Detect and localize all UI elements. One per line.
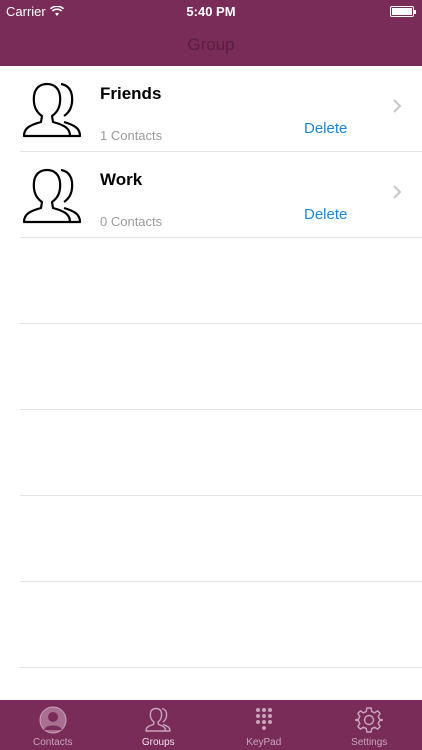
delete-group-button[interactable]: Delete	[304, 120, 347, 137]
tab-keypad[interactable]: KeyPad	[211, 700, 317, 750]
group-row-friends[interactable]: Friends 1 Contacts Delete	[20, 66, 422, 152]
group-avatar-icon	[22, 168, 82, 224]
empty-list-row	[20, 324, 422, 410]
tab-contacts[interactable]: Contacts	[0, 700, 106, 750]
status-bar: Carrier 5:40 PM	[0, 0, 422, 24]
group-name: Friends	[100, 84, 162, 103]
empty-list-row	[20, 410, 422, 496]
tab-label: Settings	[351, 737, 388, 748]
gear-icon	[355, 707, 384, 733]
status-time: 5:40 PM	[186, 4, 236, 19]
group-contact-count: 1 Contacts	[100, 128, 163, 143]
tab-settings[interactable]: Settings	[317, 700, 422, 750]
group-name: Work	[100, 170, 143, 189]
chevron-right-icon	[393, 99, 402, 113]
empty-list-row	[20, 238, 422, 324]
tab-label: Groups	[141, 737, 175, 748]
group-avatar-icon	[22, 82, 82, 138]
page-title: Group	[187, 35, 235, 54]
empty-list-row	[20, 496, 422, 582]
empty-list-row	[20, 582, 422, 668]
delete-group-button[interactable]: Delete	[304, 206, 347, 223]
keypad-icon	[255, 708, 272, 730]
tab-label: KeyPad	[246, 737, 282, 748]
group-list: Friends 1 Contacts Delete Work 0 Contact…	[0, 66, 422, 668]
chevron-right-icon	[393, 185, 402, 199]
group-row-work[interactable]: Work 0 Contacts Delete	[20, 152, 422, 238]
battery-icon	[390, 6, 416, 17]
group-contact-count: 0 Contacts	[100, 214, 163, 229]
navigation-bar: Group	[0, 24, 422, 66]
tab-label: Contacts	[33, 737, 73, 748]
tab-bar: Contacts Groups KeyPad Settings	[0, 700, 422, 750]
tab-groups[interactable]: Groups	[106, 700, 212, 750]
person-icon	[39, 706, 67, 734]
group-icon	[145, 707, 171, 732]
